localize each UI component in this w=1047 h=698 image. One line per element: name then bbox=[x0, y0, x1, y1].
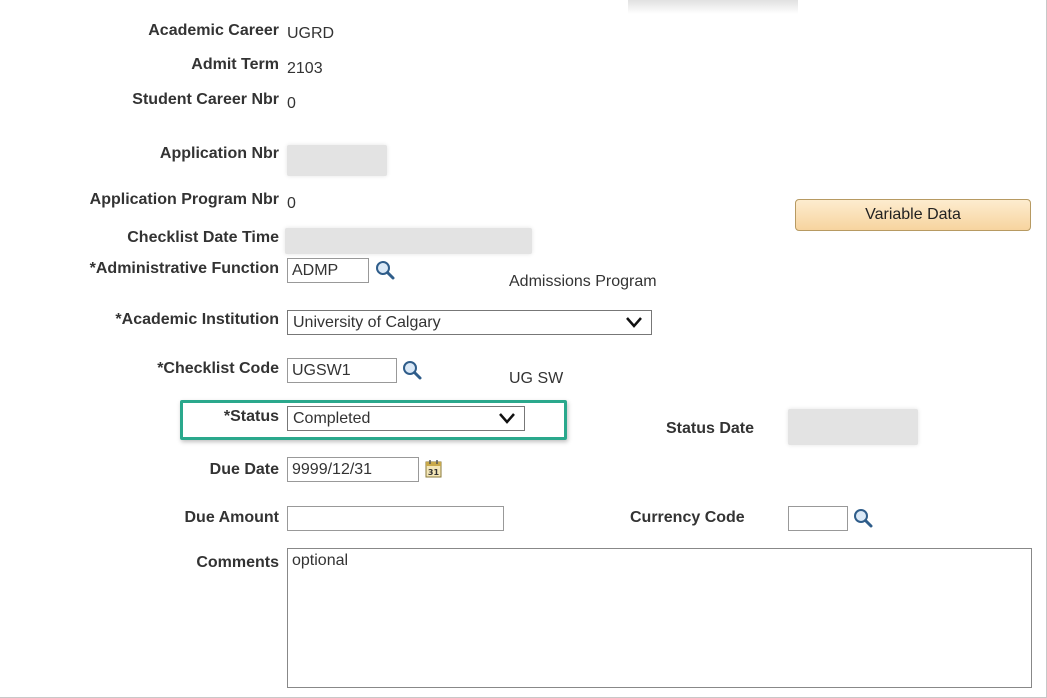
checklist-date-time-redacted bbox=[285, 228, 532, 254]
due-amount-label: Due Amount bbox=[184, 509, 279, 526]
academic-career-value: UGRD bbox=[287, 25, 335, 42]
admit-term-value: 2103 bbox=[287, 60, 323, 77]
due-date-input[interactable]: 9999/12/31 bbox=[287, 457, 419, 482]
chevron-down-icon bbox=[499, 413, 515, 424]
application-program-nbr-label: Application Program Nbr bbox=[89, 191, 279, 208]
checklist-form: Academic Career UGRD Admit Term 2103 Stu… bbox=[0, 0, 1047, 698]
checklist-code-label: *Checklist Code bbox=[157, 360, 279, 377]
administrative-function-lookup-icon[interactable] bbox=[374, 259, 396, 281]
application-program-nbr-value: 0 bbox=[287, 195, 296, 212]
checklist-code-input[interactable]: UGSW1 bbox=[287, 358, 397, 383]
administrative-function-input[interactable]: ADMP bbox=[287, 258, 369, 283]
student-career-nbr-value: 0 bbox=[287, 95, 296, 112]
application-nbr-label: Application Nbr bbox=[159, 145, 279, 162]
checklist-code-description: UG SW bbox=[509, 370, 564, 387]
status-label: *Status bbox=[223, 408, 279, 425]
status-date-redacted bbox=[788, 409, 918, 445]
currency-code-input[interactable] bbox=[788, 506, 848, 531]
redacted-region bbox=[628, 0, 798, 14]
academic-institution-label: *Academic Institution bbox=[115, 311, 279, 328]
status-select[interactable]: Completed bbox=[287, 406, 525, 431]
checklist-code-lookup-icon[interactable] bbox=[401, 359, 423, 381]
checklist-date-time-label: Checklist Date Time bbox=[127, 229, 279, 246]
variable-data-button[interactable]: Variable Data bbox=[795, 199, 1031, 231]
currency-code-lookup-icon[interactable] bbox=[852, 507, 874, 529]
application-nbr-redacted bbox=[287, 145, 387, 176]
academic-institution-select[interactable]: University of Calgary bbox=[287, 310, 652, 335]
status-date-label: Status Date bbox=[666, 420, 755, 437]
comments-textarea[interactable]: optional bbox=[287, 548, 1032, 688]
admit-term-label: Admit Term bbox=[191, 56, 279, 73]
calendar-icon-day: 31 bbox=[428, 468, 440, 477]
academic-institution-selected-value: University of Calgary bbox=[293, 314, 441, 331]
academic-career-label: Academic Career bbox=[148, 22, 279, 39]
chevron-down-icon bbox=[626, 317, 642, 328]
status-selected-value: Completed bbox=[293, 410, 371, 427]
administrative-function-description: Admissions Program bbox=[509, 273, 657, 290]
due-amount-input[interactable] bbox=[287, 506, 504, 531]
currency-code-label: Currency Code bbox=[630, 509, 745, 526]
administrative-function-label: *Administrative Function bbox=[89, 260, 279, 277]
student-career-nbr-label: Student Career Nbr bbox=[132, 91, 279, 108]
due-date-label: Due Date bbox=[209, 461, 279, 478]
comments-label: Comments bbox=[196, 554, 279, 571]
calendar-icon[interactable]: 31 bbox=[424, 459, 444, 479]
